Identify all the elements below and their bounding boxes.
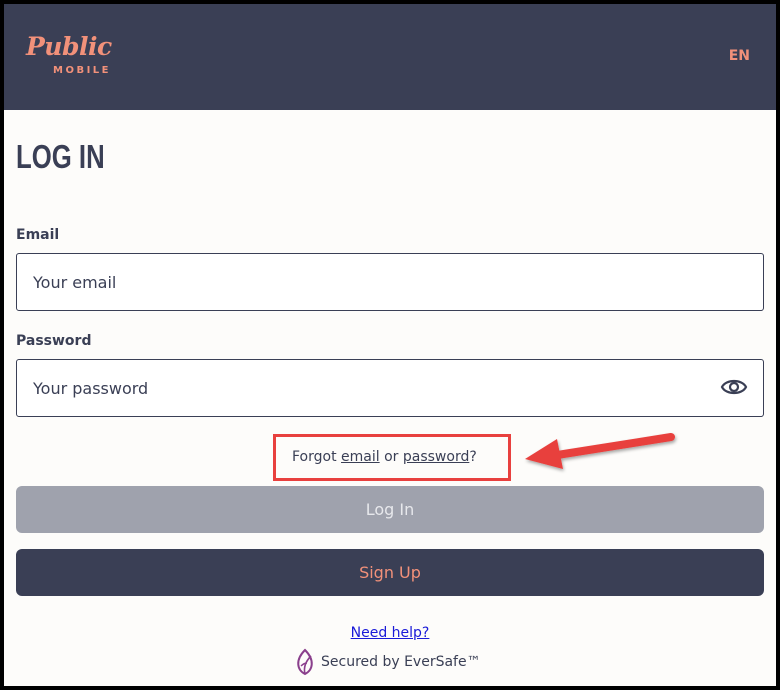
forgot-suffix: ? [469, 449, 477, 465]
site-header: Public MOBILE EN [4, 4, 776, 110]
forgot-middle: or [379, 449, 403, 465]
logo-wordmark: Public [26, 32, 112, 61]
forgot-credentials-text: Forgot email or password? [292, 449, 477, 465]
page-title: LOG IN [16, 138, 105, 175]
secured-text: Secured by EverSafe™ [321, 654, 481, 670]
password-field[interactable] [16, 359, 764, 417]
language-toggle[interactable]: EN [729, 48, 750, 64]
forgot-prefix: Forgot [292, 449, 342, 465]
forgot-password-link[interactable]: password [403, 449, 469, 465]
annotation-arrow-icon [525, 433, 675, 469]
email-label: Email [16, 227, 60, 243]
signup-button[interactable]: Sign Up [16, 549, 764, 596]
password-label: Password [16, 333, 92, 349]
forgot-email-link[interactable]: email [341, 449, 380, 465]
secured-by-eversafe: Secured by EverSafe™ [293, 648, 481, 676]
logo-subtitle: MOBILE [53, 65, 111, 76]
eye-icon[interactable] [720, 376, 748, 398]
login-button[interactable]: Log In [16, 486, 764, 533]
email-field[interactable] [16, 253, 764, 311]
public-mobile-logo[interactable]: Public MOBILE [26, 32, 146, 82]
need-help-link[interactable]: Need help? [0, 625, 780, 641]
leaf-icon [297, 648, 313, 676]
